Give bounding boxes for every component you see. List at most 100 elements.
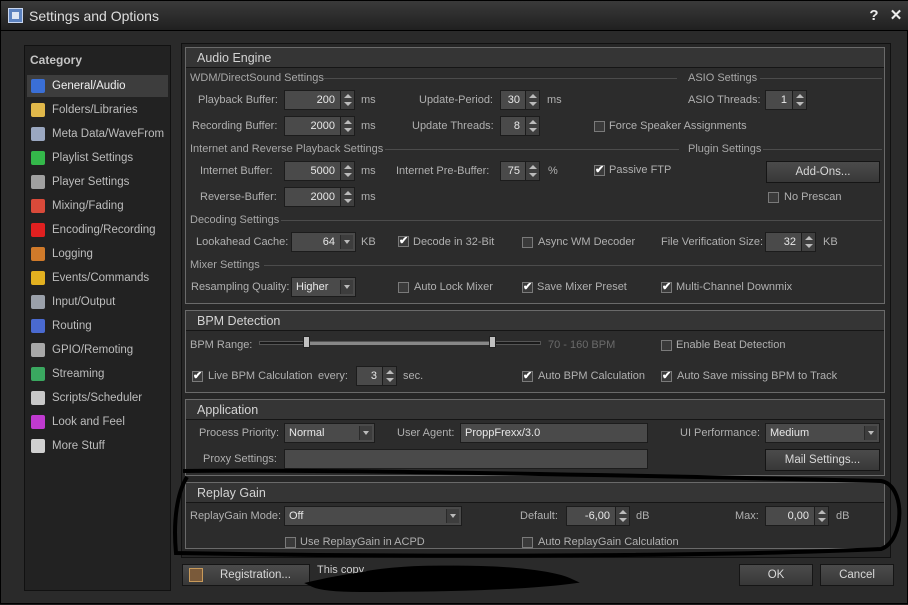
- every-seconds-input[interactable]: 3: [356, 366, 383, 386]
- internet-prebuffer-unit: %: [548, 165, 558, 177]
- category-item[interactable]: Meta Data/WaveFrom: [27, 123, 168, 145]
- registration-button[interactable]: Registration...: [182, 564, 310, 586]
- asio-threads-label: ASIO Threads:: [688, 94, 761, 106]
- category-item-label: Player Settings: [52, 176, 130, 188]
- use-replaygain-acpd-checkbox[interactable]: [285, 537, 296, 548]
- asio-section-label: ASIO Settings: [688, 72, 758, 84]
- io-icon: [31, 295, 45, 309]
- cancel-button[interactable]: Cancel: [820, 564, 894, 586]
- auto-lock-mixer-checkbox[interactable]: [398, 282, 409, 293]
- auto-replaygain-checkbox[interactable]: [522, 537, 533, 548]
- update-period-unit: ms: [547, 94, 562, 106]
- bpm-detection-title: BPM Detection: [186, 311, 884, 331]
- internet-buffer-input[interactable]: 5000: [284, 161, 341, 181]
- file-verification-spinner[interactable]: [801, 232, 816, 252]
- reverse-buffer-spinner[interactable]: [340, 187, 355, 207]
- passive-ftp-checkbox[interactable]: ✔: [594, 165, 605, 176]
- category-item[interactable]: Folders/Libraries: [27, 99, 168, 121]
- title-bar[interactable]: Settings and Options ? ✕: [1, 1, 908, 31]
- music-note-icon: [31, 79, 45, 93]
- file-verification-input[interactable]: 32: [765, 232, 802, 252]
- category-item[interactable]: Routing: [27, 315, 168, 337]
- category-item[interactable]: Input/Output: [27, 291, 168, 313]
- every-seconds-spinner[interactable]: [382, 366, 397, 386]
- category-item[interactable]: More Stuff: [27, 435, 168, 457]
- internet-prebuffer-input[interactable]: 75: [500, 161, 526, 181]
- category-item[interactable]: Mixing/Fading: [27, 195, 168, 217]
- internet-prebuffer-spinner[interactable]: [525, 161, 540, 181]
- bpm-range-slider[interactable]: [259, 335, 541, 353]
- replay-max-spinner[interactable]: [814, 506, 829, 526]
- recording-buffer-input[interactable]: 2000: [284, 116, 341, 136]
- update-threads-spinner[interactable]: [525, 116, 540, 136]
- category-item[interactable]: Scripts/Scheduler: [27, 387, 168, 409]
- resampling-quality-combo[interactable]: Higher: [291, 277, 356, 297]
- auto-bpm-checkbox[interactable]: ✔: [522, 371, 533, 382]
- chevron-down-icon: [340, 280, 353, 294]
- add-ons-button[interactable]: Add-Ons...: [766, 161, 880, 183]
- help-button[interactable]: ?: [865, 7, 883, 25]
- mixer-separator: [264, 265, 882, 266]
- force-speaker-checkbox[interactable]: [594, 121, 605, 132]
- category-item[interactable]: Look and Feel: [27, 411, 168, 433]
- reverse-buffer-input[interactable]: 2000: [284, 187, 341, 207]
- playback-buffer-spinner[interactable]: [340, 90, 355, 110]
- save-mixer-preset-checkbox[interactable]: ✔: [522, 282, 533, 293]
- internet-buffer-spinner[interactable]: [340, 161, 355, 181]
- category-item[interactable]: GPIO/Remoting: [27, 339, 168, 361]
- enable-beat-checkbox[interactable]: [661, 340, 672, 351]
- process-priority-combo[interactable]: Normal: [284, 423, 375, 443]
- category-item[interactable]: Playlist Settings: [27, 147, 168, 169]
- passive-ftp-label: Passive FTP: [609, 164, 672, 176]
- update-period-spinner[interactable]: [525, 90, 540, 110]
- decode-32bit-checkbox[interactable]: ✔: [398, 236, 409, 247]
- record-icon: [31, 223, 45, 237]
- internet-buffer-label: Internet Buffer:: [200, 165, 273, 177]
- recording-buffer-spinner[interactable]: [340, 116, 355, 136]
- category-item[interactable]: Streaming: [27, 363, 168, 385]
- lookahead-cache-unit: KB: [361, 236, 376, 248]
- ui-performance-combo[interactable]: Medium: [765, 423, 880, 443]
- ok-button[interactable]: OK: [739, 564, 813, 586]
- routing-icon: [31, 319, 45, 333]
- application-title: Application: [186, 400, 884, 420]
- user-agent-input[interactable]: ProppFrexx/3.0: [460, 423, 648, 443]
- asio-threads-spinner[interactable]: [792, 90, 807, 110]
- live-bpm-checkbox[interactable]: ✔: [192, 371, 203, 382]
- category-item[interactable]: Events/Commands: [27, 267, 168, 289]
- streaming-icon: [31, 367, 45, 381]
- process-priority-label: Process Priority:: [199, 427, 280, 439]
- update-threads-input[interactable]: 8: [500, 116, 526, 136]
- no-prescan-checkbox[interactable]: [768, 192, 779, 203]
- bpm-high-thumb[interactable]: [489, 336, 497, 348]
- category-item[interactable]: Encoding/Recording: [27, 219, 168, 241]
- category-item[interactable]: Player Settings: [27, 171, 168, 193]
- multichannel-downmix-checkbox[interactable]: ✔: [661, 282, 672, 293]
- wdm-separator: [323, 78, 677, 79]
- auto-save-bpm-label: Auto Save missing BPM to Track: [677, 370, 838, 382]
- async-wm-checkbox[interactable]: [522, 237, 533, 248]
- lookahead-cache-combo[interactable]: 64: [291, 232, 356, 252]
- internet-prebuffer-label: Internet Pre-Buffer:: [396, 165, 490, 177]
- auto-save-bpm-checkbox[interactable]: ✔: [661, 371, 672, 382]
- playback-buffer-input[interactable]: 200: [284, 90, 341, 110]
- category-item[interactable]: Logging: [27, 243, 168, 265]
- replaygain-mode-combo[interactable]: Off: [284, 506, 462, 526]
- update-period-input[interactable]: 30: [500, 90, 526, 110]
- replay-default-input[interactable]: -6,00: [566, 506, 616, 526]
- replay-max-input[interactable]: 0,00: [765, 506, 815, 526]
- asio-threads-input[interactable]: 1: [765, 90, 793, 110]
- bpm-low-thumb[interactable]: [302, 336, 310, 348]
- ui-performance-value: Medium: [770, 427, 810, 439]
- playback-buffer-label: Playback Buffer:: [198, 94, 278, 106]
- close-button[interactable]: ✕: [887, 7, 905, 25]
- category-item[interactable]: General/Audio: [27, 75, 168, 97]
- proxy-settings-input[interactable]: [284, 449, 648, 469]
- recording-buffer-unit: ms: [361, 120, 376, 132]
- lightning-icon: [31, 271, 45, 285]
- replay-default-spinner[interactable]: [615, 506, 630, 526]
- mail-settings-button[interactable]: Mail Settings...: [765, 449, 880, 471]
- replay-max-unit: dB: [836, 510, 850, 522]
- internet-separator: [385, 149, 679, 150]
- live-bpm-label: Live BPM Calculation: [208, 370, 313, 382]
